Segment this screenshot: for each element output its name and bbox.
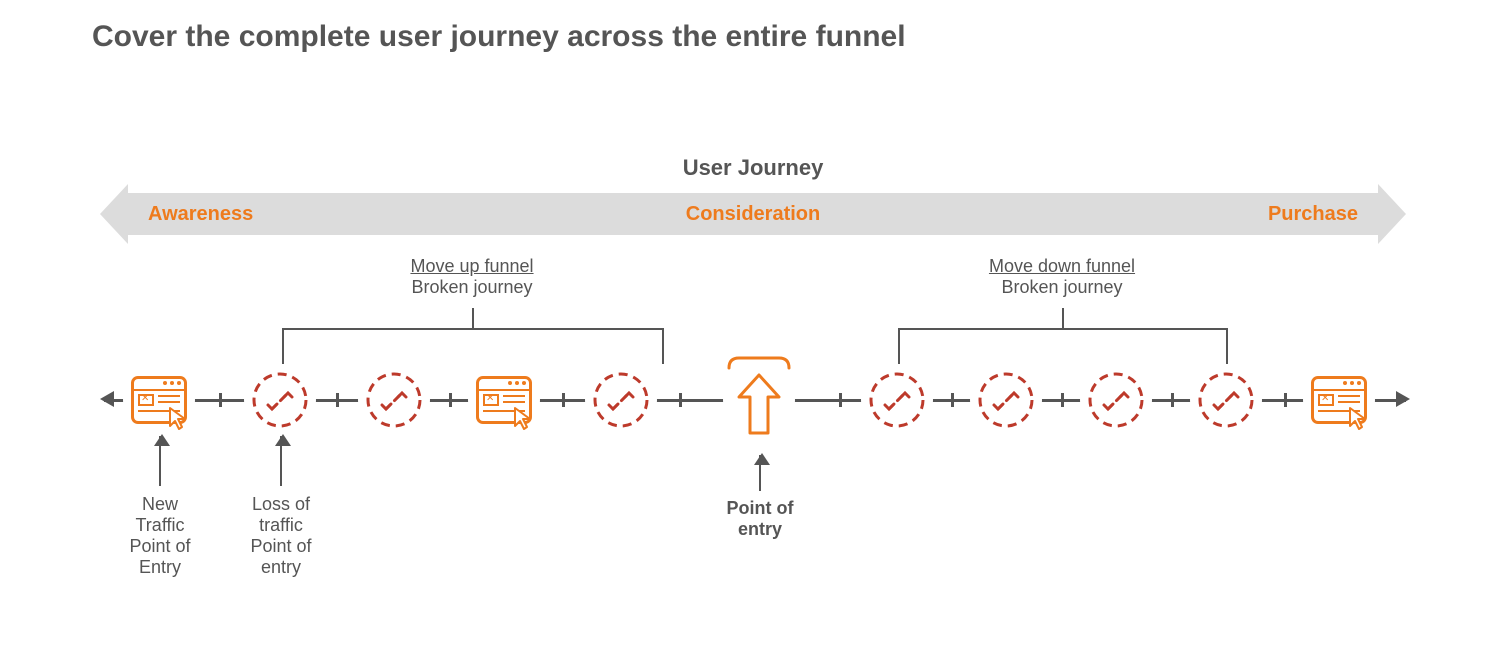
broken-journey-icon [251, 371, 309, 429]
timeline-tick [449, 393, 452, 407]
caption-point-of-entry: Point of entry [710, 498, 810, 540]
timeline-tick [1171, 393, 1174, 407]
bracket-up [282, 328, 664, 364]
pointer-arrow [759, 455, 761, 491]
stage-purchase: Purchase [1268, 193, 1358, 235]
page-title: Cover the complete user journey across t… [92, 20, 906, 54]
bracket-down-subtitle: Broken journey [1001, 277, 1122, 297]
broken-journey-icon [1087, 371, 1145, 429]
timeline-tick [219, 393, 222, 407]
timeline-tick [1284, 393, 1287, 407]
timeline-tick [336, 393, 339, 407]
bracket-down [898, 328, 1228, 364]
bracket-up-subtitle: Broken journey [411, 277, 532, 297]
caption-new-traffic: New Traffic Point of Entry [119, 494, 201, 578]
bracket-down-label: Move down funnel Broken journey [932, 256, 1192, 298]
pointer-arrow [280, 436, 282, 486]
timeline-tick [839, 393, 842, 407]
broken-journey-icon [977, 371, 1035, 429]
broken-journey-icon [592, 371, 650, 429]
bracket-stem [472, 308, 474, 328]
point-of-entry-icon [721, 355, 797, 445]
timeline-tick [951, 393, 954, 407]
timeline-arrow-right-icon [1396, 391, 1410, 407]
timeline-arrow-left-icon [100, 391, 114, 407]
timeline-tick [562, 393, 565, 407]
funnel-bar: Awareness Consideration Purchase [100, 193, 1406, 235]
broken-journey-icon [1197, 371, 1255, 429]
bracket-up-title: Move up funnel [410, 256, 533, 276]
timeline-tick [679, 393, 682, 407]
bracket-up-label: Move up funnel Broken journey [342, 256, 602, 298]
new-traffic-entry-icon [131, 376, 187, 424]
timeline-tick [1061, 393, 1064, 407]
broken-journey-icon [365, 371, 423, 429]
broken-journey-icon [868, 371, 926, 429]
stage-consideration: Consideration [100, 193, 1406, 235]
bracket-stem [1062, 308, 1064, 328]
browser-page-icon [476, 376, 532, 424]
caption-loss-traffic: Loss of traffic Point of entry [240, 494, 322, 578]
bracket-down-title: Move down funnel [989, 256, 1135, 276]
user-journey-label: User Journey [0, 155, 1506, 181]
browser-page-icon [1311, 376, 1367, 424]
pointer-arrow [159, 436, 161, 486]
